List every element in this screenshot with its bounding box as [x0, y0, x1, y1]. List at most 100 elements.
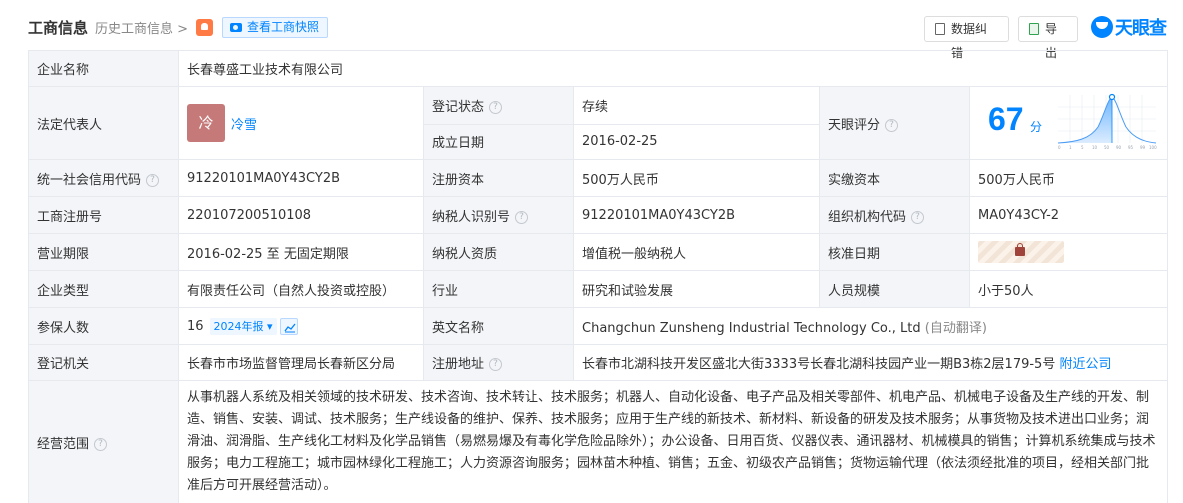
insured-label: 参保人数: [28, 307, 179, 345]
logo-icon: [1091, 16, 1113, 38]
legal-rep-name[interactable]: 冷雪: [231, 118, 257, 133]
legal-rep-cell: 冷冷雪: [178, 86, 424, 160]
reg-status-label: 登记状态: [432, 99, 485, 115]
org-code-label: 组织机构代码: [828, 209, 907, 225]
x-tick: 1: [1069, 145, 1072, 150]
score-unit: 分: [1030, 120, 1043, 134]
reg-no-label: 工商注册号: [28, 196, 179, 234]
reg-status-label-cell: 登记状态?: [423, 86, 574, 125]
company-type: 有限责任公司（自然人投资或控股）: [178, 270, 424, 308]
scope-label-cell: 经营范围?: [28, 380, 179, 503]
english-name-label: 英文名称: [423, 307, 574, 345]
address: 长春市北湖科技开发区盛北大街3333号长春北湖科技园产业一期B3栋2层179-5…: [582, 357, 1056, 372]
term: 2016-02-25 至 无固定期限: [178, 233, 424, 271]
section-header: 工商信息 历史工商信息 > 查看工商快照 数据纠错 导出 天眼查: [0, 0, 1183, 60]
credit-code: 91220101MA0Y43CY2B: [178, 159, 424, 197]
established-label: 成立日期: [423, 123, 574, 160]
snapshot-button-label: 查看工商快照: [247, 20, 320, 34]
approval-date-cell: [968, 233, 1169, 271]
correct-button[interactable]: 数据纠错: [924, 16, 1009, 60]
x-tick: 95: [1128, 145, 1134, 150]
taxpayer-id-label: 纳税人识别号: [432, 209, 511, 225]
score-chart-x-ticks: 0 1 5 10 50 90 95 99 100: [1058, 145, 1157, 150]
logo: 天眼查: [1091, 15, 1167, 39]
credit-code-label: 统一社会信用代码: [37, 172, 142, 188]
score-value: 67: [988, 101, 1024, 137]
reg-capital-label: 注册资本: [423, 159, 574, 197]
help-icon[interactable]: ?: [885, 118, 899, 132]
x-tick: 50: [1104, 145, 1110, 150]
help-icon[interactable]: ?: [489, 100, 503, 114]
scope-label: 经营范围: [37, 436, 90, 452]
company-name: 长春尊盛工业技术有限公司: [177, 50, 1169, 87]
english-name-note: (自动翻译): [924, 320, 987, 336]
authority-label: 登记机关: [28, 344, 179, 381]
approval-date-label: 核准日期: [819, 233, 970, 271]
history-link[interactable]: 历史工商信息 >: [95, 18, 188, 37]
english-name-cell: Changchun Zunsheng Industrial Technology…: [572, 307, 1169, 345]
paid-capital-label: 实缴资本: [819, 159, 970, 197]
staff: 小于50人: [968, 270, 1169, 308]
lock-icon: [1015, 243, 1025, 256]
table-row: 营业期限 2016-02-25 至 无固定期限 纳税人资质 增值税一般纳税人 核…: [28, 233, 1169, 271]
taxpayer-id: 91220101MA0Y43CY2B: [573, 196, 820, 234]
help-icon[interactable]: ?: [489, 358, 503, 371]
table-row: 登记机关 长春市市场监督管理局长春新区分局 注册地址? 长春市北湖科技开发区盛北…: [28, 344, 1169, 381]
address-label: 注册地址: [432, 357, 485, 372]
x-tick: 10: [1092, 145, 1098, 150]
help-icon[interactable]: ?: [146, 173, 160, 187]
score-label: 天眼评分: [828, 117, 881, 133]
score-distribution-chart: 0 1 5 10 50 90 95 99 100: [1057, 93, 1157, 150]
score-label-cell: 天眼评分?: [819, 86, 970, 160]
nearby-companies-link[interactable]: 附近公司: [1059, 357, 1111, 372]
credit-code-label-cell: 统一社会信用代码?: [28, 159, 179, 197]
annual-report-tag[interactable]: 2024年报 ▾: [209, 317, 277, 335]
address-cell: 长春市北湖科技开发区盛北大街3333号长春北湖科技园产业一期B3栋2层179-5…: [572, 344, 1169, 381]
x-tick: 90: [1116, 145, 1122, 150]
logo-text: 天眼查: [1115, 18, 1167, 39]
english-name: Changchun Zunsheng Industrial Technology…: [582, 320, 921, 336]
business-scope: 从事机器人系统及相关领域的技术研发、技术咨询、技术转让、技术服务；机器人、自动化…: [177, 380, 1169, 503]
org-code-label-cell: 组织机构代码?: [819, 196, 970, 234]
type-label: 企业类型: [28, 270, 179, 308]
avatar[interactable]: 冷: [187, 104, 225, 142]
taxpayer-qual-label: 纳税人资质: [423, 233, 574, 271]
snapshot-button[interactable]: 查看工商快照: [222, 17, 329, 38]
industry-label: 行业: [423, 270, 574, 308]
document-icon: [935, 23, 945, 35]
annual-report-tag-label: 2024年报: [213, 319, 264, 333]
x-tick: 0: [1058, 145, 1061, 150]
table-row: 经营范围? 从事机器人系统及相关领域的技术研发、技术咨询、技术转让、技术服务；机…: [28, 380, 1169, 503]
org-code: MA0Y43CY-2: [968, 196, 1169, 234]
x-tick: 99: [1140, 145, 1146, 150]
table-row: 企业名称 长春尊盛工业技术有限公司: [28, 50, 1169, 87]
table-row: 统一社会信用代码? 91220101MA0Y43CY2B 注册资本 500万人民…: [28, 159, 1169, 197]
staff-label: 人员规模: [819, 270, 970, 308]
section-title: 工商信息: [28, 19, 89, 37]
paid-capital: 500万人民币: [968, 159, 1169, 197]
excel-icon: [1029, 23, 1039, 35]
business-info-table: 企业名称 长春尊盛工业技术有限公司 法定代表人 冷冷雪 登记状态? 存续 天眼评…: [28, 50, 1169, 503]
score-cell[interactable]: 67 分 0 1 5 10 50 90 95 99 100: [968, 86, 1169, 160]
help-icon[interactable]: ?: [911, 210, 925, 224]
locked-value[interactable]: [978, 241, 1064, 263]
reg-capital: 500万人民币: [573, 159, 820, 197]
address-label-cell: 注册地址?: [423, 344, 574, 381]
camera-icon: [230, 23, 242, 32]
reg-status: 存续: [573, 86, 820, 125]
term-label: 营业期限: [28, 233, 179, 271]
trend-chart-icon[interactable]: [279, 317, 298, 335]
table-row: 法定代表人 冷冷雪 登记状态? 存续 天眼评分? 67 分 0 1 5 10 5…: [28, 86, 1169, 160]
help-icon[interactable]: ?: [94, 437, 108, 451]
help-icon[interactable]: ?: [515, 210, 529, 224]
legal-rep-label: 法定代表人: [28, 86, 179, 160]
table-row: 工商注册号 220107200510108 纳税人识别号? 91220101MA…: [28, 196, 1169, 234]
taxpayer-qual: 增值税一般纳税人: [573, 233, 820, 271]
table-row: 参保人数 16 2024年报 ▾ 英文名称 Changchun Zunsheng …: [28, 307, 1169, 345]
bell-curve-fill: [1058, 97, 1112, 143]
bell-icon[interactable]: [196, 19, 213, 36]
export-button[interactable]: 导出: [1018, 16, 1078, 60]
x-tick: 5: [1081, 145, 1084, 150]
authority: 长春市市场监督管理局长春新区分局: [178, 344, 424, 381]
x-tick: 100: [1149, 145, 1157, 150]
